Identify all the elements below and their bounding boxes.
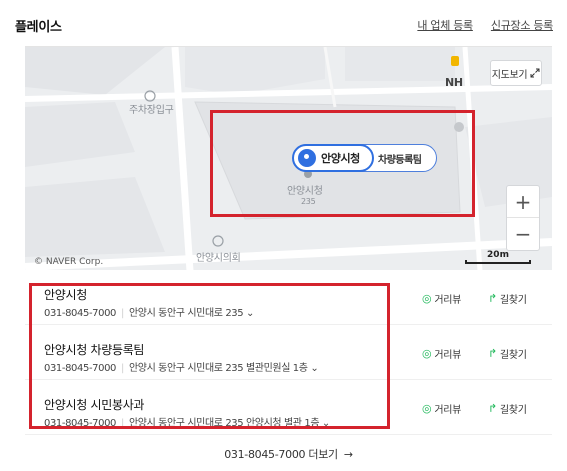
directions-label: 길찾기 xyxy=(499,350,527,361)
route-arrow-icon: ↱ xyxy=(488,292,497,305)
street-view-label: 거리뷰 xyxy=(434,405,462,416)
zoom-in-button[interactable]: + xyxy=(507,186,539,218)
directions-button[interactable]: ↱ 길찾기 xyxy=(488,291,527,306)
register-business-link[interactable]: 내 업체 등록 xyxy=(417,17,473,33)
list-item[interactable]: 안양시청 시민봉사과 031-8045-7000 | 안양시 동안구 시민대로 23… xyxy=(25,380,552,435)
chevron-down-icon[interactable]: ⌄ xyxy=(246,308,254,319)
route-arrow-icon: ↱ xyxy=(488,402,497,415)
street-view-button[interactable]: ◎ 거리뷰 xyxy=(422,401,461,416)
city-council-label: 안양시의회 xyxy=(196,253,241,264)
place-phone: 031-8045-7000 xyxy=(44,363,117,374)
place-results-list: 안양시청 031-8045-7000 | 안양시 동안구 시민대로 235 ⌄ ◎ 거… xyxy=(25,270,552,435)
register-new-place-link[interactable]: 신규장소 등록 xyxy=(491,17,553,33)
location-pin-icon xyxy=(298,149,316,167)
place-address[interactable]: 안양시 동안구 시민대로 235 xyxy=(129,308,244,319)
chevron-down-icon[interactable]: ⌄ xyxy=(322,418,330,429)
place-header: 플레이스 내 업체 등록 신규장소 등록 xyxy=(0,0,567,46)
pin-secondary-label: 차량등록팀 xyxy=(378,155,422,166)
nh-label: NH xyxy=(445,76,463,89)
place-address[interactable]: 안양시 동안구 시민대로 235 안양시청 별관 1층 xyxy=(129,418,320,429)
directions-button[interactable]: ↱ 길찾기 xyxy=(488,401,527,416)
city-hall-number-label: 235 xyxy=(301,197,316,206)
more-results-button[interactable]: 031-8045-7000 더보기 → xyxy=(25,437,552,471)
city-hall-map-label: 안양시청 xyxy=(287,186,323,197)
place-meta: 031-8045-7000 | 안양시 동안구 시민대로 235 별관민원실 1층 … xyxy=(44,359,319,374)
place-address[interactable]: 안양시 동안구 시민대로 235 별관민원실 1층 xyxy=(129,363,308,374)
street-view-pin-icon: ◎ xyxy=(422,347,432,360)
zoom-out-button[interactable]: − xyxy=(507,218,539,250)
place-name[interactable]: 안양시청 xyxy=(44,286,87,303)
place-name[interactable]: 안양시청 차량등록팀 xyxy=(44,341,144,358)
open-map-label: 지도보기 xyxy=(491,69,528,81)
map-copyright: © NAVER Corp. xyxy=(34,257,104,267)
place-name[interactable]: 안양시청 시민봉사과 xyxy=(44,396,144,413)
city-hall-pin[interactable]: 안양시청 xyxy=(292,144,374,172)
route-arrow-icon: ↱ xyxy=(488,347,497,360)
map-background xyxy=(25,47,552,270)
street-view-label: 거리뷰 xyxy=(434,295,462,306)
section-title: 플레이스 xyxy=(15,20,62,35)
directions-label: 길찾기 xyxy=(499,295,527,306)
map-scale: 20m xyxy=(465,250,531,264)
selected-place-pin[interactable]: 안양시청 차량등록팀 xyxy=(292,144,437,172)
scale-bar xyxy=(465,260,531,264)
place-phone: 031-8045-7000 xyxy=(44,308,117,319)
street-view-button[interactable]: ◎ 거리뷰 xyxy=(422,346,461,361)
street-view-pin-icon: ◎ xyxy=(422,402,432,415)
list-item[interactable]: 안양시청 031-8045-7000 | 안양시 동안구 시민대로 235 ⌄ ◎ 거… xyxy=(25,270,552,325)
street-view-pin-icon: ◎ xyxy=(422,292,432,305)
divider: | xyxy=(121,308,124,319)
list-item[interactable]: 안양시청 차량등록팀 031-8045-7000 | 안양시 동안구 시민대로 23… xyxy=(25,325,552,380)
directions-button[interactable]: ↱ 길찾기 xyxy=(488,346,527,361)
scale-label: 20m xyxy=(487,250,509,260)
expand-icon xyxy=(530,68,540,78)
arrow-right-icon: → xyxy=(343,447,353,461)
zoom-controls: + − xyxy=(506,185,540,251)
place-phone: 031-8045-7000 xyxy=(44,418,117,429)
pin-label: 안양시청 xyxy=(321,152,360,165)
header-links: 내 업체 등록 신규장소 등록 xyxy=(417,17,553,33)
divider: | xyxy=(121,363,124,374)
divider: | xyxy=(121,418,124,429)
directions-label: 길찾기 xyxy=(499,405,527,416)
place-meta: 031-8045-7000 | 안양시 동안구 시민대로 235 안양시청 별관 1… xyxy=(44,414,330,429)
street-view-button[interactable]: ◎ 거리뷰 xyxy=(422,291,461,306)
parking-entrance-label: 주차장입구 xyxy=(129,105,174,116)
chevron-down-icon[interactable]: ⌄ xyxy=(310,363,318,374)
open-map-button[interactable]: 지도보기 xyxy=(490,60,542,86)
more-results-label: 031-8045-7000 더보기 xyxy=(224,448,338,461)
map-view[interactable]: 주차장입구 NH 안양시청 235 안양시의회 안양시청 차량등록팀 지도보기 … xyxy=(25,46,552,270)
place-meta: 031-8045-7000 | 안양시 동안구 시민대로 235 ⌄ xyxy=(44,304,254,319)
street-view-label: 거리뷰 xyxy=(434,350,462,361)
